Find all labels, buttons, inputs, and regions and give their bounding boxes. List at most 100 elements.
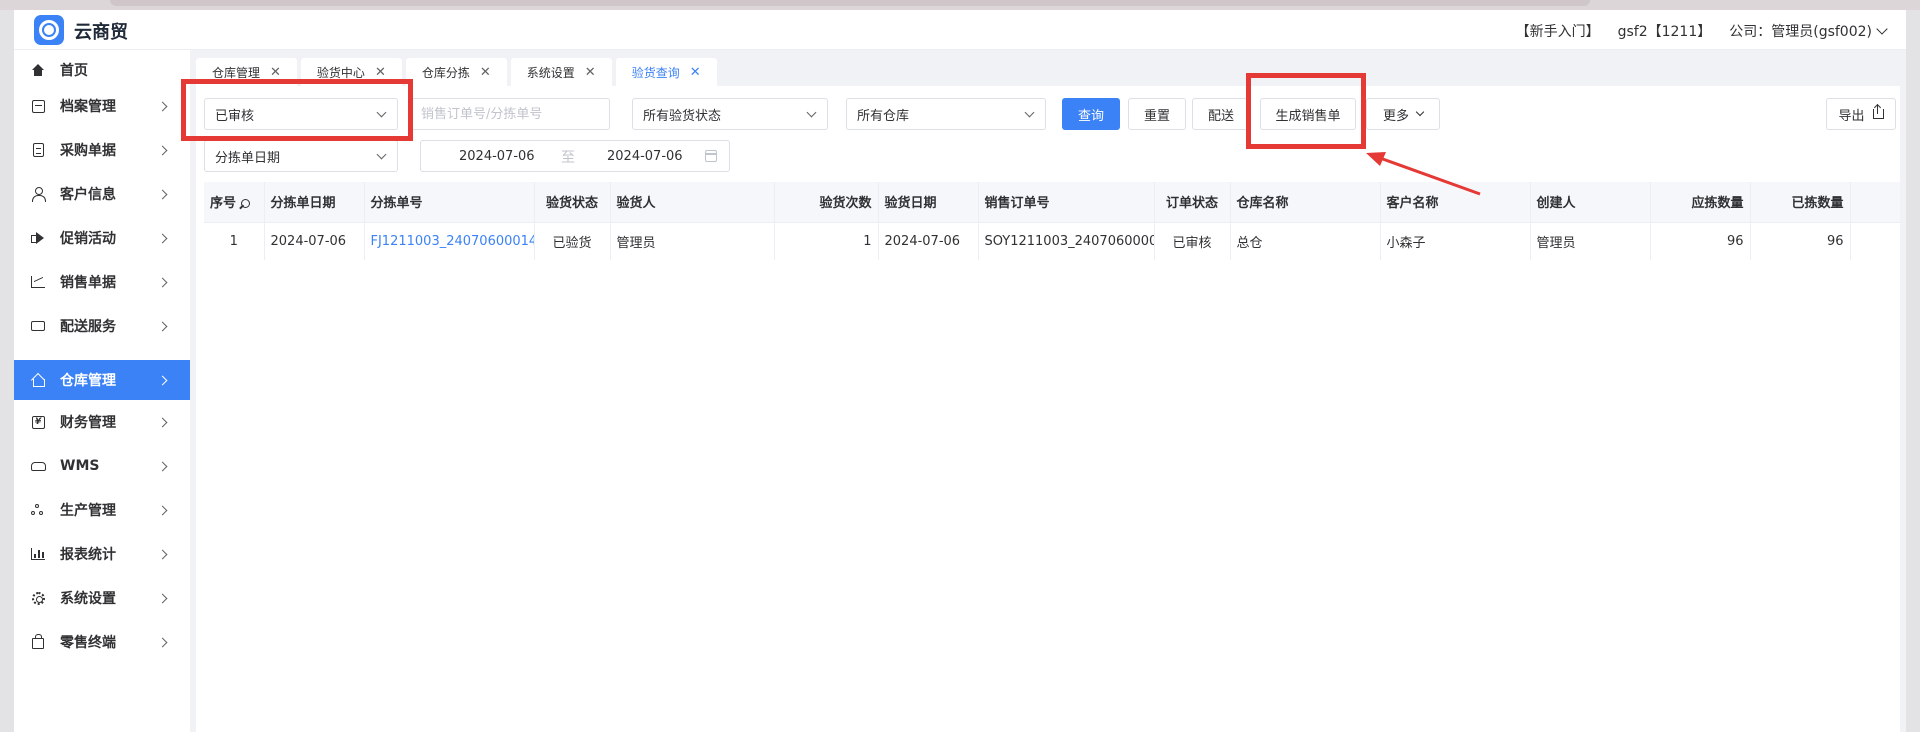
close-icon[interactable]: ✕ — [480, 65, 491, 80]
wrench-icon[interactable] — [241, 199, 251, 209]
sidebar-item-label: 销售单据 — [60, 275, 116, 291]
column-header[interactable]: 应 — [1850, 182, 1900, 223]
content-panel: 已审核 所有验货状态 所有仓库 查询 重置 配送 生成销售单 更多 导出 分拣单… — [196, 86, 1900, 732]
table-row[interactable]: 1 2024-07-06 FJ1211003_24070600014 已验货 管… — [204, 222, 1900, 260]
column-header[interactable]: 验货次数 — [774, 182, 879, 223]
gear-icon — [30, 590, 46, 606]
sidebar-item-home[interactable]: 首页 — [14, 50, 190, 90]
column-header[interactable]: 应拣数量 — [1650, 182, 1751, 223]
company-label: 公司：管理员(gsf002) — [1729, 24, 1872, 40]
date-separator: 至 — [561, 150, 575, 166]
browser-top-strip-inner — [110, 0, 1590, 6]
sidebar-item-production[interactable]: 生产管理 — [14, 490, 190, 530]
truck-icon — [30, 318, 46, 334]
sidebar: 首页 档案管理 采购单据 客户信息 促销活动 销售单据 配送服务 仓库管理 ¥ … — [14, 50, 190, 732]
column-header[interactable]: 验货人 — [610, 182, 775, 223]
column-header[interactable]: 客户名称 — [1380, 182, 1531, 223]
sidebar-item-customer[interactable]: 客户信息 — [14, 174, 190, 214]
sidebar-item-sales[interactable]: 销售单据 — [14, 262, 190, 302]
tab-label: 仓库管理 — [212, 65, 261, 80]
audit-status-select[interactable]: 已审核 — [204, 98, 398, 130]
column-header[interactable]: 分拣单号 — [364, 182, 535, 223]
column-header[interactable]: 订单状态 — [1154, 182, 1231, 223]
table-cell: 1 — [204, 222, 265, 260]
main-area: 仓库管理 ✕ 验货中心 ✕ 仓库分拣 ✕ 系统设置 ✕ 验货查询 ✕ 已审核 所有验货状态… — [190, 50, 1906, 732]
column-header[interactable]: 创建人 — [1530, 182, 1651, 223]
table-cell: 2024-07-06 — [878, 222, 979, 260]
column-header[interactable]: 已拣数量 — [1750, 182, 1851, 223]
calendar-icon — [705, 150, 717, 162]
guide-link[interactable]: 【新手入门】 — [1516, 21, 1600, 41]
column-header[interactable]: 验货状态 — [534, 182, 611, 223]
archive-icon — [30, 98, 46, 114]
table-cell: 1 — [774, 222, 879, 260]
user-icon — [30, 186, 46, 202]
sidebar-item-retail[interactable]: 零售终端 — [14, 622, 190, 662]
chevron-down-icon — [376, 107, 387, 118]
inspect-status-select[interactable]: 所有验货状态 — [632, 98, 828, 130]
table-cell: SOY1211003_24070600001 — [978, 222, 1155, 260]
close-icon[interactable]: ✕ — [375, 65, 386, 80]
sidebar-item-finance[interactable]: ¥ 财务管理 — [14, 402, 190, 442]
sidebar-item-label: 生产管理 — [60, 503, 116, 519]
column-header[interactable]: 销售订单号 — [978, 182, 1155, 223]
deliver-button[interactable]: 配送 — [1192, 98, 1250, 130]
sidebar-item-purchase[interactable]: 采购单据 — [14, 130, 190, 170]
export-button[interactable]: 导出 — [1826, 98, 1896, 130]
inspect-status-value: 所有验货状态 — [643, 108, 722, 124]
reset-button[interactable]: 重置 — [1128, 98, 1186, 130]
date-range-picker[interactable]: 2024-07-06 至 2024-07-06 — [420, 140, 730, 172]
company-dropdown[interactable]: 公司：管理员(gsf002) — [1729, 21, 1888, 41]
audit-status-value: 已审核 — [215, 108, 255, 124]
date-type-select[interactable]: 分拣单日期 — [204, 140, 398, 172]
sidebar-item-label: 仓库管理 — [60, 373, 116, 389]
table-cell: 已验货 — [534, 222, 611, 260]
sidebar-item-label: 零售终端 — [60, 635, 116, 651]
chevron-right-icon — [157, 101, 168, 111]
tab-warehouse-sorting[interactable]: 仓库分拣 ✕ — [405, 58, 507, 86]
column-header[interactable]: 仓库名称 — [1230, 182, 1381, 223]
column-header[interactable]: 验货日期 — [878, 182, 979, 223]
inspection-table: 序号 分拣单日期 分拣单号 验货状态 验货人 验货次数 验货日期 销售订单号 订… — [204, 182, 1900, 260]
tab-label: 验货中心 — [316, 65, 365, 80]
user-info[interactable]: gsf2【1211】 — [1618, 21, 1712, 41]
warehouse-select[interactable]: 所有仓库 — [846, 98, 1046, 130]
table-cell: 管理员 — [610, 222, 775, 260]
sidebar-item-warehouse[interactable]: 仓库管理 — [14, 360, 190, 400]
sidebar-item-label: 财务管理 — [60, 415, 116, 431]
sidebar-item-promotion[interactable]: 促销活动 — [14, 218, 190, 258]
chevron-right-icon — [157, 417, 168, 427]
table-cell: 总仓 — [1230, 222, 1381, 260]
sidebar-item-settings[interactable]: 系统设置 — [14, 578, 190, 618]
tab-inspection-query[interactable]: 验货查询 ✕ — [615, 58, 717, 86]
date-type-value: 分拣单日期 — [215, 150, 281, 166]
date-start[interactable]: 2024-07-06 — [459, 149, 535, 164]
close-icon[interactable]: ✕ — [690, 65, 701, 80]
sidebar-item-reports[interactable]: 报表统计 — [14, 534, 190, 574]
sidebar-item-delivery[interactable]: 配送服务 — [14, 306, 190, 346]
finance-icon: ¥ — [30, 414, 46, 430]
close-icon[interactable]: ✕ — [270, 65, 281, 80]
sidebar-item-label: 配送服务 — [60, 319, 116, 335]
sidebar-item-label: 首页 — [60, 63, 88, 79]
column-header[interactable]: 分拣单日期 — [264, 182, 365, 223]
generate-sales-order-button[interactable]: 生成销售单 — [1260, 98, 1356, 130]
order-search-input[interactable] — [410, 98, 610, 130]
tab-inspection-center[interactable]: 验货中心 ✕ — [300, 58, 402, 86]
sidebar-item-archive[interactable]: 档案管理 — [14, 86, 190, 126]
app-title: 云商贸 — [74, 22, 128, 43]
tab-warehouse-management[interactable]: 仓库管理 ✕ — [196, 58, 297, 86]
more-dropdown-button[interactable]: 更多 — [1366, 98, 1440, 130]
date-end[interactable]: 2024-07-06 — [607, 149, 683, 164]
tab-bar: 仓库管理 ✕ 验货中心 ✕ 仓库分拣 ✕ 系统设置 ✕ 验货查询 ✕ — [196, 58, 717, 86]
sidebar-item-wms[interactable]: WMS — [14, 446, 190, 486]
close-icon[interactable]: ✕ — [585, 65, 596, 80]
document-icon — [30, 142, 46, 158]
tab-system-settings[interactable]: 系统设置 ✕ — [510, 58, 612, 86]
column-header[interactable]: 序号 — [204, 182, 265, 223]
table-header-row: 序号 分拣单日期 分拣单号 验货状态 验货人 验货次数 验货日期 销售订单号 订… — [204, 182, 1900, 223]
sort-order-link[interactable]: FJ1211003_24070600014 — [364, 222, 535, 260]
query-button[interactable]: 查询 — [1062, 98, 1120, 130]
chevron-right-icon — [157, 189, 168, 199]
chevron-down-icon — [1415, 107, 1425, 117]
